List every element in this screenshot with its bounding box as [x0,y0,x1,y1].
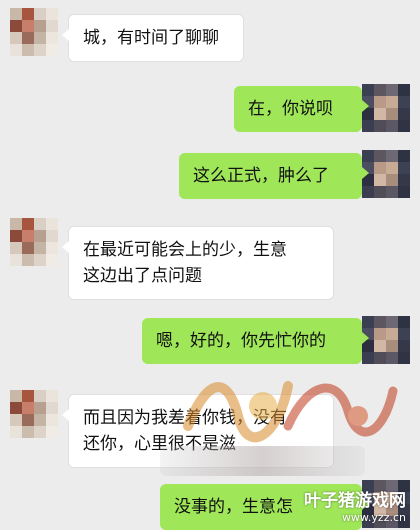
outgoing-message-bubble[interactable]: 这么正式，肿么了 [179,153,369,199]
incoming-message-bubble[interactable]: 在最近可能会上的少，生意 这边出了点问题 [62,226,334,300]
contact-avatar[interactable] [10,390,58,438]
my-avatar[interactable] [362,316,410,364]
incoming-message-bubble[interactable]: 城，有时间了聊聊 [62,14,244,62]
watermark-brand: 叶子猪游戏网 [304,491,406,511]
watermark-url: www.yzz.cn [341,511,406,524]
outgoing-message-bubble[interactable]: 在，你说呗 [234,86,369,132]
watermark-blur-strip [160,446,365,476]
contact-avatar[interactable] [10,8,58,56]
contact-avatar[interactable] [10,218,58,266]
outgoing-message-bubble[interactable]: 嗯，好的，你先忙你的 [142,318,369,364]
my-avatar[interactable] [362,84,410,132]
watermark-logo: 叶子猪游戏网 www.yzz.cn [304,486,406,524]
my-avatar[interactable] [362,150,410,198]
